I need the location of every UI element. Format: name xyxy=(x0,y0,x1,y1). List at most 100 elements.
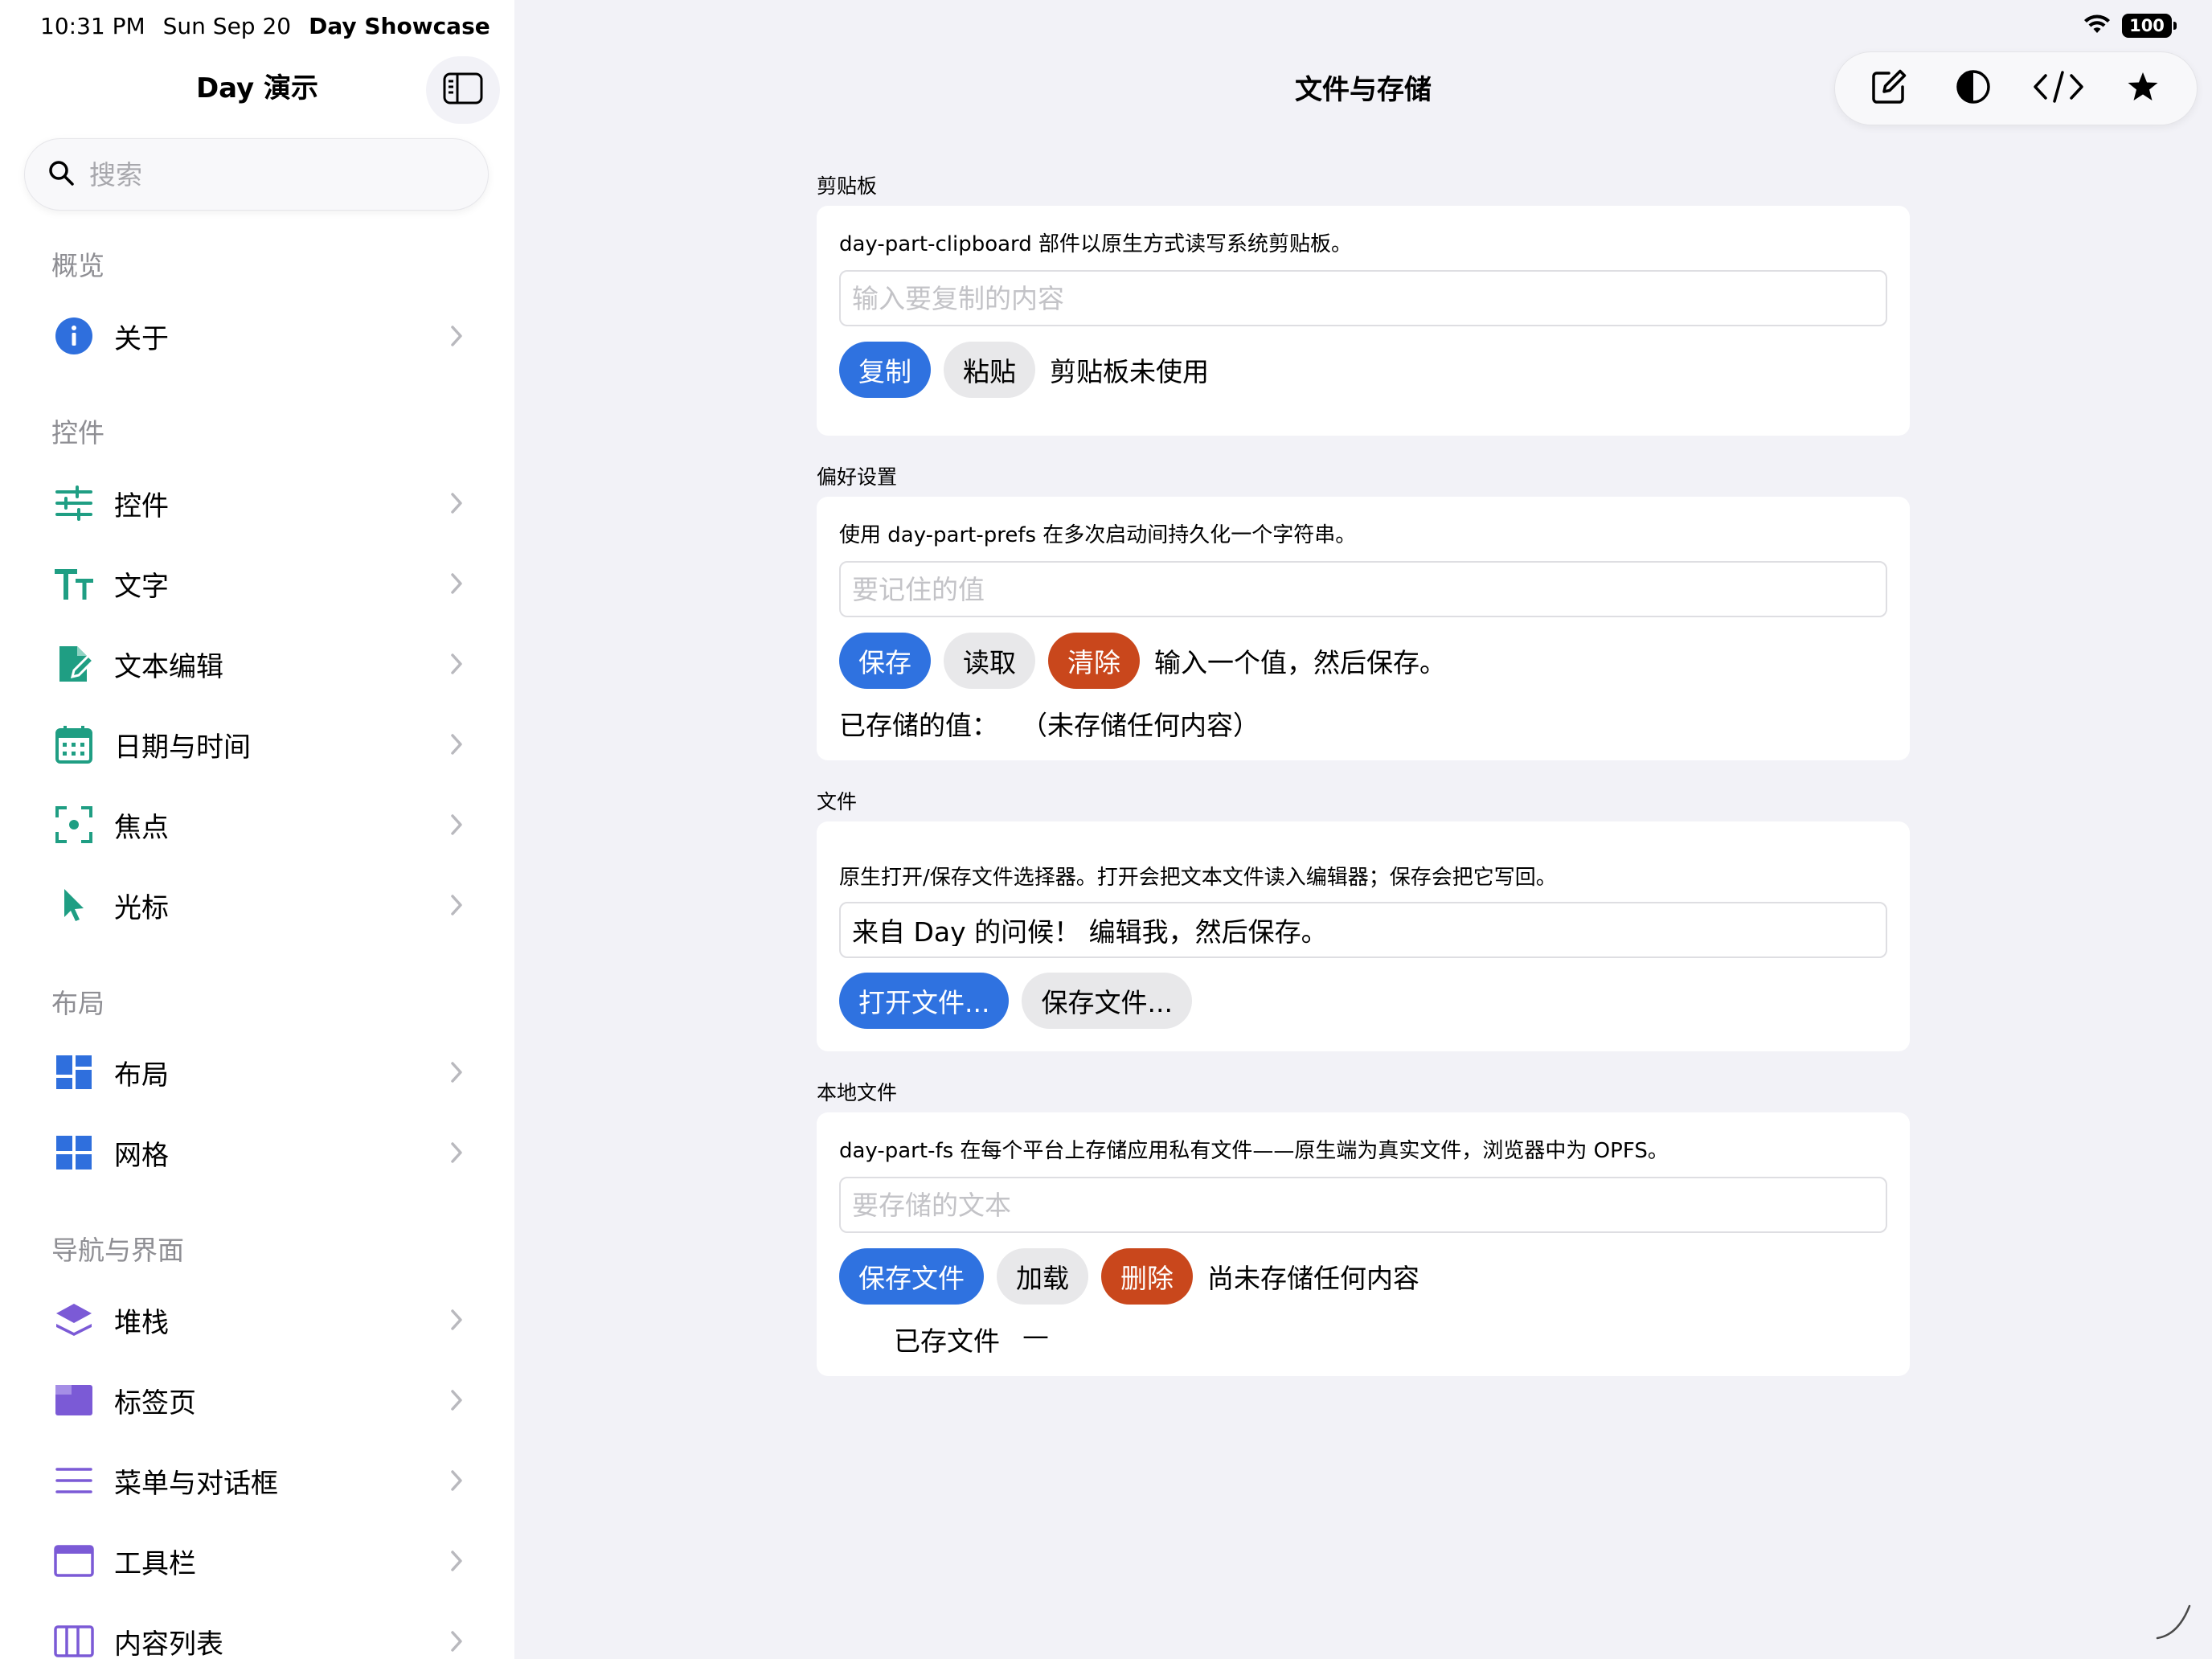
status-date: Sun Sep 20 xyxy=(162,12,292,39)
edit-document-icon xyxy=(50,640,98,688)
open-file-button[interactable]: 打开文件... xyxy=(839,973,1010,1029)
view-source-button[interactable] xyxy=(2022,56,2095,121)
chevron-right-icon xyxy=(450,492,463,514)
delete-button[interactable]: 删除 xyxy=(1101,1248,1193,1305)
layers-icon xyxy=(50,1296,98,1344)
sidebar-item-label: 焦点 xyxy=(114,811,169,844)
prefs-actions: 保存 读取 清除 输入一个值，然后保存。 xyxy=(839,633,1446,689)
clipboard-input[interactable] xyxy=(852,282,1886,314)
battery-indicator: 100 xyxy=(2122,14,2177,38)
sidebar-item-label: 布局 xyxy=(114,1059,169,1092)
save-file-dialog-button[interactable]: 保存文件... xyxy=(1022,973,1192,1029)
paste-button[interactable]: 粘贴 xyxy=(944,342,1035,398)
cursor-icon xyxy=(50,881,98,929)
content-list-icon xyxy=(50,1617,98,1659)
sidebar-toggle-button[interactable] xyxy=(426,56,500,124)
chevron-right-icon xyxy=(450,733,463,756)
file-editor-input[interactable] xyxy=(852,914,1886,946)
sliders-icon xyxy=(50,479,98,527)
local-file-input-field[interactable] xyxy=(839,1177,1887,1233)
local-file-input[interactable] xyxy=(852,1189,1886,1221)
favorite-button[interactable] xyxy=(2107,56,2179,121)
chevron-right-icon xyxy=(450,572,463,595)
sidebar-item-label: 堆栈 xyxy=(114,1306,169,1339)
clear-button[interactable]: 清除 xyxy=(1048,633,1140,689)
section-header-overview: 概览 xyxy=(51,250,104,281)
sidebar-item-label: 控件 xyxy=(114,490,169,522)
chevron-right-icon xyxy=(450,813,463,836)
text-size-icon xyxy=(50,559,98,608)
sidebar-item-menus-dialogs[interactable]: 菜单与对话框 xyxy=(24,1444,489,1517)
saved-file-label: 已存文件 xyxy=(894,1325,1000,1357)
chevron-right-icon xyxy=(450,1061,463,1083)
status-time: 10:31 PM xyxy=(40,12,145,39)
stored-value: （未存储任何内容） xyxy=(1021,710,1260,741)
load-button[interactable]: 加载 xyxy=(997,1248,1088,1305)
prefs-status: 输入一个值，然后保存。 xyxy=(1154,647,1446,678)
sidebar-item-stack[interactable]: 堆栈 xyxy=(24,1284,489,1356)
sidebar-item-text-editing[interactable]: 文本编辑 xyxy=(24,628,489,700)
card-files: 原生打开/保存文件选择器。打开会把文本文件读入编辑器；保存会把它写回。 打开文件… xyxy=(817,821,1910,1051)
prefs-description: 使用 day-part-prefs 在多次启动间持久化一个字符串。 xyxy=(839,523,1357,547)
clipboard-input-field[interactable] xyxy=(839,270,1887,326)
chevron-right-icon xyxy=(450,325,463,347)
copy-button[interactable]: 复制 xyxy=(839,342,931,398)
section-header-layout: 布局 xyxy=(51,988,104,1019)
sidebar-item-toolbar[interactable]: 工具栏 xyxy=(24,1525,489,1597)
card-prefs: 使用 day-part-prefs 在多次启动间持久化一个字符串。 保存 读取 … xyxy=(817,497,1910,760)
chevron-right-icon xyxy=(450,653,463,675)
file-editor-field[interactable] xyxy=(839,902,1887,958)
star-icon xyxy=(2127,71,2159,106)
search-box[interactable] xyxy=(24,138,489,211)
search-input[interactable] xyxy=(89,158,467,190)
sidebar-item-label: 日期与时间 xyxy=(114,731,251,764)
sidebar-item-about[interactable]: 关于 xyxy=(24,300,489,372)
save-local-file-button[interactable]: 保存文件 xyxy=(839,1248,984,1305)
clipboard-status: 剪贴板未使用 xyxy=(1050,356,1209,387)
card-local-files: day-part-fs 在每个平台上存储应用私有文件——原生端为真实文件，浏览器… xyxy=(817,1112,1910,1376)
info-icon xyxy=(50,312,98,360)
read-button[interactable]: 读取 xyxy=(944,633,1035,689)
pencil-indicator-icon xyxy=(2154,1603,2193,1641)
sidebar-item-grid[interactable]: 网格 xyxy=(24,1116,489,1189)
wifi-icon xyxy=(2083,14,2111,38)
sidebar-item-cursor[interactable]: 光标 xyxy=(24,869,489,941)
sidebar-item-label: 网格 xyxy=(114,1139,169,1172)
chevron-right-icon xyxy=(450,1469,463,1492)
stored-value-label: 已存储的值： xyxy=(839,710,998,741)
calendar-icon xyxy=(50,720,98,768)
local-files-actions: 保存文件 加载 删除 尚未存储任何内容 xyxy=(839,1248,1419,1305)
compose-icon xyxy=(1871,69,1907,108)
sidebar-item-content-list[interactable]: 内容列表 xyxy=(24,1605,489,1659)
chevron-right-icon xyxy=(450,894,463,916)
sidebar-item-layout[interactable]: 布局 xyxy=(24,1036,489,1108)
prefs-input-field[interactable] xyxy=(839,561,1887,617)
focus-icon xyxy=(50,801,98,849)
clipboard-actions: 复制 粘贴 剪贴板未使用 xyxy=(839,342,1209,398)
prefs-input[interactable] xyxy=(852,573,1886,605)
status-bar-right: 100 xyxy=(2083,11,2177,40)
sidebar-toggle-icon xyxy=(443,72,483,108)
sidebar-item-label: 关于 xyxy=(114,322,169,355)
sidebar-item-label: 菜单与对话框 xyxy=(114,1467,278,1500)
sidebar-item-text[interactable]: 文字 xyxy=(24,547,489,620)
sidebar-item-focus[interactable]: 焦点 xyxy=(24,789,489,861)
top-toolbar xyxy=(1834,51,2198,125)
chevron-right-icon xyxy=(450,1630,463,1653)
section-label-prefs: 偏好设置 xyxy=(817,465,898,489)
sidebar-item-label: 文字 xyxy=(114,570,169,603)
toolbar-icon xyxy=(50,1537,98,1585)
chevron-right-icon xyxy=(450,1550,463,1572)
status-bar-left: 10:31 PM Sun Sep 20 Day Showcase xyxy=(40,11,490,40)
section-label-clipboard: 剪贴板 xyxy=(817,174,878,198)
saved-file-value: — xyxy=(1022,1320,1049,1351)
tabs-icon xyxy=(50,1376,98,1424)
chevron-right-icon xyxy=(450,1141,463,1164)
save-button[interactable]: 保存 xyxy=(839,633,931,689)
compose-button[interactable] xyxy=(1853,56,1925,121)
sidebar-item-date-time[interactable]: 日期与时间 xyxy=(24,708,489,780)
sidebar-item-label: 内容列表 xyxy=(114,1628,223,1659)
appearance-toggle-button[interactable] xyxy=(1937,56,2009,121)
sidebar-item-controls[interactable]: 控件 xyxy=(24,467,489,539)
sidebar-item-tabs[interactable]: 标签页 xyxy=(24,1364,489,1436)
